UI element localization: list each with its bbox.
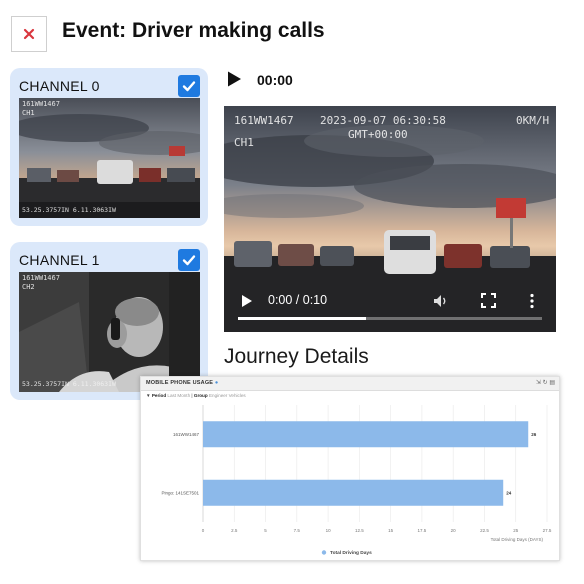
bar [203,479,504,506]
legend-swatch [321,550,327,555]
video-time-display: 0:00 / 0:10 [268,293,328,307]
bar-chart: 0 2.5 5 7.5 10 12.5 15 17.5 20 22.5 25 27.5 161WW146… [161,405,552,556]
page-title: Event: Driver making calls [62,19,325,42]
close-button[interactable] [11,16,47,52]
thumb-overlay-cam: CH2 [22,283,35,291]
bar-data-label: 24 [506,490,512,495]
bar-data-label: 26 [531,432,537,437]
x-tick-label: 10 [326,528,332,533]
x-tick-label: 27.5 [543,528,552,533]
y-category-label: 161WW1467 [173,432,200,437]
journey-details-heading: Journey Details [224,345,369,368]
playback-time: 00:00 [257,72,293,88]
channel-label: CHANNEL 0 [19,78,100,94]
play-button[interactable] [225,70,243,93]
video-play-icon[interactable] [241,294,253,308]
x-tick-label: 12.5 [355,528,364,533]
bar [203,421,529,448]
thumb-overlay-plate: 161WW1467 [22,274,60,282]
legend-label: Total Driving Days [330,550,372,556]
parking-lot-image [19,98,200,218]
overlay-timezone: GMT+00:00 [348,128,408,141]
overlay-channel: CH1 [234,136,254,149]
channel-checkbox[interactable] [178,75,200,97]
x-tick-label: 5 [264,528,267,533]
thumb-overlay-gps: 53.25.3757IN 6.11.3063IW [22,206,116,214]
channel-thumbnail[interactable]: 161WW1467 CH2 53.25.3757IN 6.11.3063IW [19,272,200,392]
mobile-phone-usage-report: MOBILE PHONE USAGE ● ⇲ ↻ ▤ ▼ Period Last… [140,376,560,561]
check-icon [182,255,196,266]
video-progress-fill [238,317,366,320]
x-tick-label: 15 [388,528,394,533]
overlay-speed: 0KM/H [516,114,550,127]
fullscreen-icon[interactable] [481,293,496,308]
driver-cabin-image [19,272,200,392]
video-controls: 0:00 / 0:10 [224,280,556,332]
x-tick-label: 2.5 [231,528,238,533]
x-tick-label: 25 [513,528,519,533]
close-icon [23,28,35,40]
play-icon [228,71,241,87]
x-tick-label: 20 [451,528,457,533]
thumb-overlay-plate: 161WW1467 [22,100,60,108]
channel-card-0[interactable]: CHANNEL 0 161WW1467 CH1 53.25.3757IN 6.1… [10,68,208,226]
thumb-overlay-cam: CH1 [22,109,35,117]
video-progress-bar[interactable] [238,317,542,320]
overlay-datetime: 2023-09-07 06:30:58 [320,114,446,127]
x-tick-label: 0 [202,528,205,533]
thumb-overlay-gps: 53.25.3757IN 6.11.3063IW [22,380,116,388]
channel-thumbnail[interactable]: 161WW1467 CH1 53.25.3757IN 6.11.3063IW [19,98,200,218]
channel-label: CHANNEL 1 [19,252,100,268]
volume-icon[interactable] [433,293,449,309]
video-player[interactable]: 161WW1467 2023-09-07 06:30:58 GMT+00:00 … [224,106,556,332]
check-icon [182,81,196,92]
channel-checkbox[interactable] [178,249,200,271]
x-tick-label: 22.5 [480,528,489,533]
overlay-plate: 161WW1467 [234,114,294,127]
y-category-label: Pingo: 141SE7501 [161,490,199,495]
x-tick-label: 17.5 [418,528,427,533]
x-axis-label: Total Driving Days (DAYS) [491,537,544,542]
x-tick-label: 7.5 [294,528,301,533]
more-options-icon[interactable] [529,293,535,309]
